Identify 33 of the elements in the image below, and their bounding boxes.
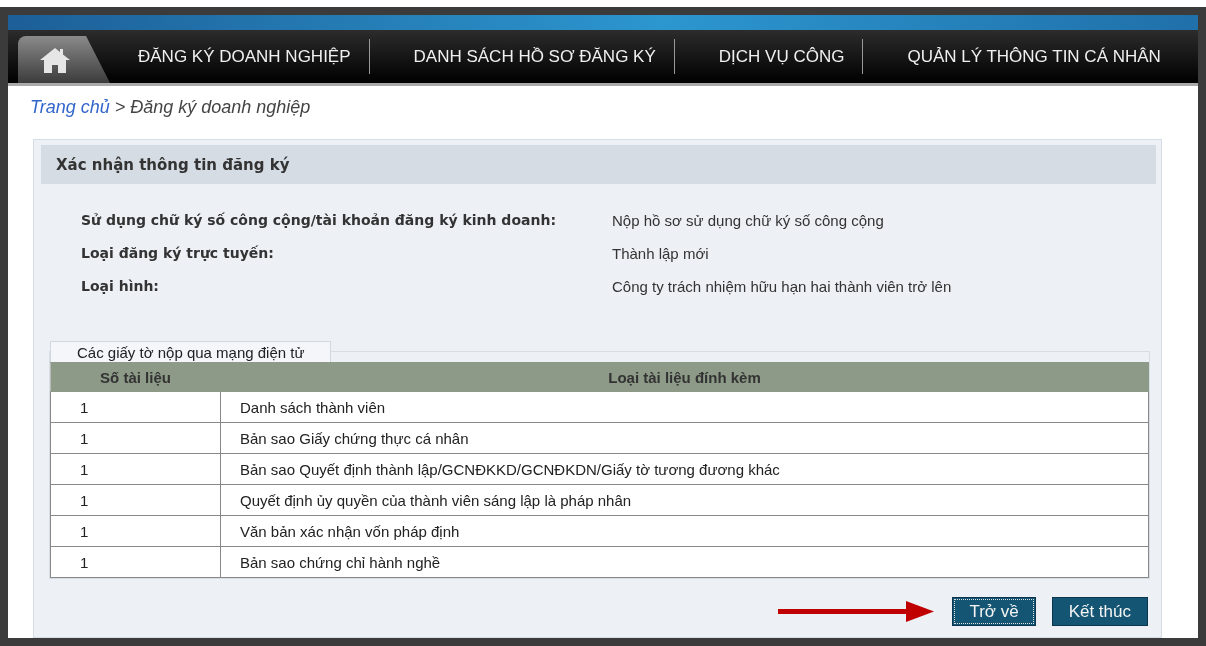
table-cell: 1 bbox=[50, 484, 221, 516]
field-value: Công ty trách nhiệm hữu hạn hai thành viên trở lên bbox=[612, 278, 952, 297]
table-cell: Danh sách thành viên bbox=[220, 391, 1149, 423]
house-icon bbox=[38, 45, 72, 74]
table-cell: 1 bbox=[50, 422, 221, 454]
panel-header: Xác nhận thông tin đăng ký bbox=[41, 145, 1156, 184]
breadcrumb-current: Đăng ký doanh nghiệp bbox=[130, 97, 311, 119]
field-value: Nộp hồ sơ sử dụng chữ ký số công cộng bbox=[612, 212, 884, 231]
column-header: Số tài liệu bbox=[50, 362, 221, 392]
action-button[interactable]: Trở về bbox=[952, 597, 1036, 626]
breadcrumb-separator: > bbox=[114, 97, 126, 119]
nav-link[interactable]: ĐĂNG KÝ DOANH NGHIỆP bbox=[110, 46, 369, 67]
table-cell: 1 bbox=[50, 391, 221, 423]
nav-link[interactable]: DỊCH VỤ CÔNG bbox=[674, 46, 863, 67]
field-value: Thành lập mới bbox=[612, 245, 709, 264]
table-cell: Văn bản xác nhận vốn pháp định bbox=[220, 515, 1149, 547]
table-cell: 1 bbox=[50, 515, 221, 547]
table-cell: Bản sao Quyết định thành lập/GCNĐKKD/GCNĐKDN/Giấy tờ tương đương khác bbox=[220, 453, 1149, 485]
field-label: Sử dụng chữ ký số công cộng/tài khoản đăng ký kinh doanh: bbox=[81, 212, 557, 230]
table-cell: 1 bbox=[50, 546, 221, 578]
table-cell: Bản sao chứng chỉ hành nghề bbox=[220, 546, 1149, 578]
table-cell: Bản sao Giấy chứng thực cá nhân bbox=[220, 422, 1149, 454]
field-label: Loại hình: bbox=[81, 278, 160, 296]
group-legend: Các giấy tờ nộp qua mạng điện tử bbox=[50, 341, 331, 362]
home-tab[interactable] bbox=[18, 36, 110, 83]
table-cell: 1 bbox=[50, 453, 221, 485]
nav-link[interactable]: QUẢN LÝ THÔNG TIN CÁ NHÂN bbox=[863, 46, 1179, 67]
table-cell: Quyết định ủy quyền của thành viên sáng lập là pháp nhân bbox=[220, 484, 1149, 516]
field-label: Loại đăng ký trực tuyến: bbox=[81, 245, 275, 263]
breadcrumb-link[interactable]: Trang chủ bbox=[30, 97, 110, 127]
nav-link[interactable]: DANH SÁCH HỒ SƠ ĐĂNG KÝ bbox=[369, 46, 674, 67]
column-header: Loại tài liệu đính kèm bbox=[220, 362, 1149, 392]
action-button[interactable]: Kết thúc bbox=[1051, 597, 1148, 626]
